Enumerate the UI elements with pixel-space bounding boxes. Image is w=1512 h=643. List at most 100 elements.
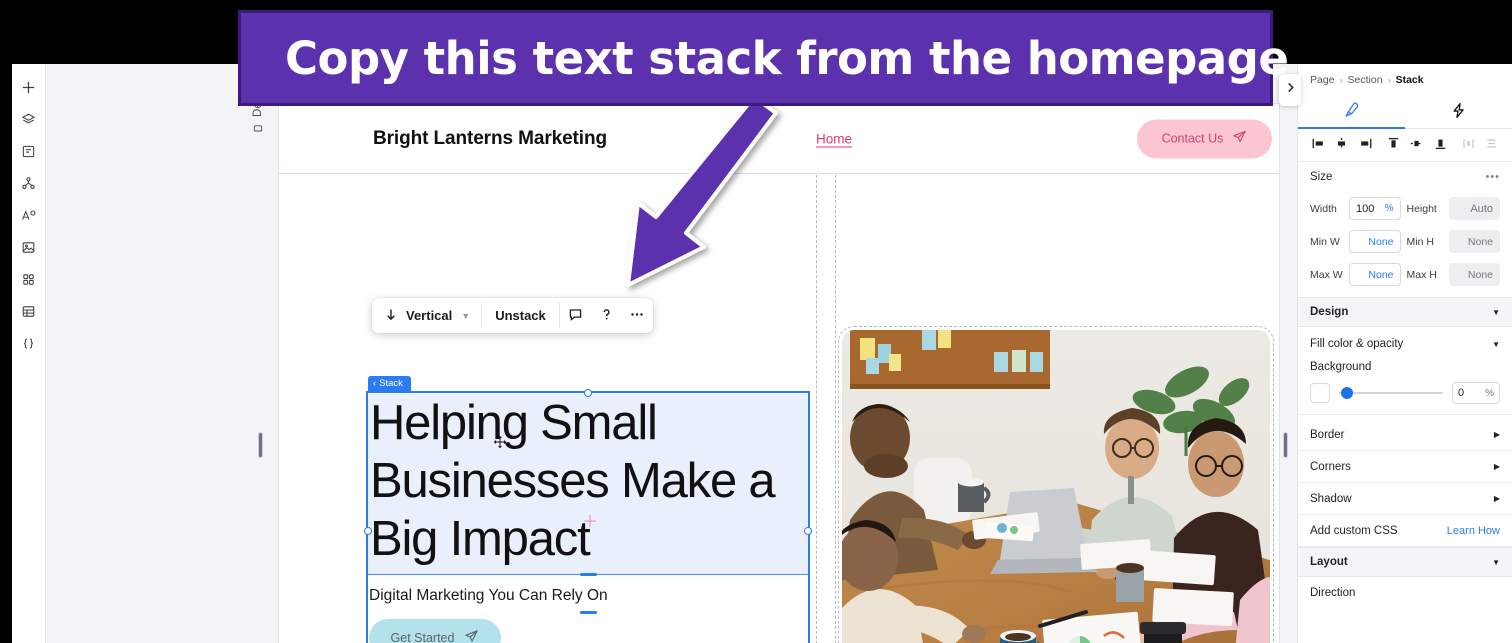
align-middle-vertical-button[interactable] (1406, 134, 1428, 156)
align-middle-vertical-icon (1409, 136, 1424, 154)
align-left-button[interactable] (1307, 134, 1329, 156)
min-height-value: None (1467, 235, 1493, 248)
align-bottom-icon (1433, 136, 1448, 154)
sitemap-icon (21, 176, 36, 191)
gap-handle-1[interactable] (580, 573, 597, 576)
tab-interactions[interactable] (1405, 95, 1512, 128)
width-input[interactable]: 100 % (1349, 197, 1401, 220)
chevron-right-icon: ▶ (1493, 494, 1500, 503)
slider-thumb[interactable] (1341, 387, 1353, 399)
nav-link-home[interactable]: Home (816, 131, 852, 146)
align-bottom-button[interactable] (1429, 134, 1451, 156)
pages-button[interactable] (14, 136, 44, 166)
sitemap-button[interactable] (14, 168, 44, 198)
layout-section-header[interactable]: Layout ▼ (1298, 547, 1512, 577)
typography-button[interactable] (14, 200, 44, 230)
background-label: Background (1310, 361, 1372, 373)
cms-button[interactable] (14, 296, 44, 326)
question-mark-icon (599, 307, 614, 325)
border-label: Border (1310, 428, 1345, 441)
alignment-toolbar (1298, 129, 1512, 162)
size-more-icon[interactable]: ••• (1485, 171, 1500, 183)
resize-handle-right[interactable] (804, 527, 812, 535)
direction-label: Direction (1310, 587, 1356, 599)
meeting-photo (842, 330, 1270, 643)
assets-button[interactable] (14, 232, 44, 262)
code-braces-icon (21, 336, 36, 351)
chevron-left-icon: ‹ (373, 378, 377, 389)
min-height-label: Min H (1406, 235, 1434, 248)
max-width-value: None (1368, 268, 1394, 281)
distribute-vertical-icon (1484, 136, 1499, 154)
background-opacity-input[interactable]: 0 % (1452, 382, 1500, 404)
canvas-resize-handle-right[interactable] (1283, 432, 1288, 458)
fill-color-header[interactable]: Fill color & opacity ▼ (1298, 327, 1512, 361)
stack-direction-label: Vertical (406, 308, 453, 323)
divider (1298, 414, 1512, 415)
shadow-row[interactable]: Shadow ▶ (1298, 483, 1512, 515)
comment-button[interactable] (560, 298, 591, 333)
height-label: Height (1406, 202, 1437, 215)
add-element-button[interactable] (14, 72, 44, 102)
align-left-icon (1311, 136, 1326, 154)
corners-label: Corners (1310, 460, 1351, 473)
min-width-input[interactable]: None (1349, 230, 1401, 253)
fill-color-title: Fill color & opacity (1310, 338, 1404, 350)
resize-handle-top[interactable] (584, 389, 592, 397)
distribute-vertical-button[interactable] (1481, 134, 1503, 156)
send-icon (1232, 130, 1247, 148)
page-panel-icon (21, 144, 36, 159)
align-top-button[interactable] (1382, 134, 1404, 156)
stack-direction-dropdown[interactable]: Vertical ▼ (372, 298, 481, 333)
learn-how-link[interactable]: Learn How (1447, 525, 1500, 537)
background-opacity-slider[interactable] (1339, 383, 1443, 403)
element-toolbar: Vertical ▼ Unstack (372, 298, 653, 333)
chevron-down-icon: ▼ (461, 310, 471, 321)
breadcrumb-page[interactable]: Page (1310, 74, 1335, 86)
move-cursor-icon (493, 435, 507, 452)
website-canvas[interactable]: Bright Lanterns Marketing Home Contact U… (279, 104, 1279, 643)
shadow-label: Shadow (1310, 492, 1352, 505)
breadcrumb-section[interactable]: Section (1348, 74, 1383, 86)
align-right-button[interactable] (1354, 134, 1376, 156)
more-options-button[interactable] (622, 298, 653, 333)
max-height-input[interactable]: None (1448, 263, 1500, 286)
height-input[interactable]: Auto (1448, 197, 1500, 220)
border-row[interactable]: Border ▶ (1298, 419, 1512, 451)
tab-style[interactable] (1298, 95, 1405, 129)
unstack-button[interactable]: Unstack (482, 298, 559, 333)
contact-us-label: Contact Us (1161, 131, 1224, 146)
direction-row[interactable]: Direction (1298, 577, 1512, 609)
align-center-horizontal-button[interactable] (1330, 134, 1352, 156)
max-width-label: Max W (1310, 268, 1343, 281)
design-section-header[interactable]: Design ▼ (1298, 297, 1512, 327)
gap-handle-2[interactable] (580, 611, 597, 614)
background-color-swatch[interactable] (1310, 383, 1330, 403)
size-section-title: Size (1310, 171, 1333, 183)
max-width-input[interactable]: None (1349, 263, 1401, 286)
help-button[interactable] (591, 298, 622, 333)
chevron-down-icon: ▼ (1492, 557, 1500, 567)
size-row-width-height: Width 100 % Height Auto (1298, 192, 1512, 225)
typography-icon (21, 208, 37, 223)
size-section-header: Size ••• (1298, 162, 1512, 192)
layers-button[interactable] (14, 104, 44, 134)
resize-handle-left[interactable] (364, 527, 372, 535)
design-section-title: Design (1310, 306, 1349, 318)
distribute-horizontal-button[interactable] (1457, 134, 1479, 156)
canvas-resize-handle-left[interactable] (258, 432, 263, 458)
hero-image[interactable] (838, 326, 1274, 643)
monitor-icon (253, 124, 263, 134)
apps-button[interactable] (14, 264, 44, 294)
height-value: Auto (1470, 202, 1493, 215)
chevron-down-icon: ▼ (1492, 339, 1500, 349)
breadcrumb-stack[interactable]: Stack (1396, 74, 1424, 86)
min-height-input[interactable]: None (1448, 230, 1500, 253)
section-guide-left (816, 175, 817, 643)
breadcrumb-separator: › (1339, 74, 1343, 85)
stack-selection-badge[interactable]: ‹ Stack (368, 376, 411, 392)
contact-us-button[interactable]: Contact Us (1137, 119, 1272, 158)
corners-row[interactable]: Corners ▶ (1298, 451, 1512, 483)
annotation-banner-text: Copy this text stack from the homepage (285, 31, 1289, 85)
code-button[interactable] (14, 328, 44, 358)
